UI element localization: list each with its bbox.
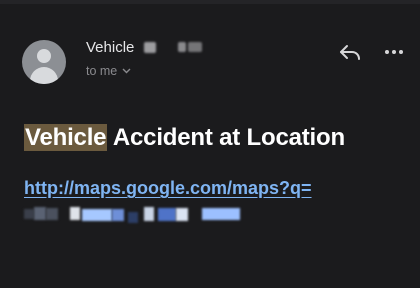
redacted-sender-part	[144, 41, 157, 53]
redacted-pixel-block	[34, 207, 46, 220]
email-subject: Vehicle Accident at Location	[24, 124, 345, 152]
reply-icon[interactable]	[336, 38, 364, 66]
redacted-pixel-block	[46, 208, 58, 220]
subject-rest: Accident at Location	[107, 124, 345, 151]
avatar-shoulders-shape	[30, 67, 58, 84]
recipient-details-toggle[interactable]: to me	[86, 64, 131, 78]
top-bar-strip	[0, 0, 420, 4]
redacted-sender-part	[188, 42, 203, 52]
redacted-pixel-block	[202, 208, 240, 220]
more-options-icon[interactable]	[382, 40, 406, 64]
sender-avatar[interactable]	[22, 40, 66, 84]
maps-link[interactable]: http://maps.google.com/maps?q=	[24, 178, 312, 199]
redacted-pixel-block	[82, 209, 112, 221]
redacted-pixel-block	[112, 209, 124, 221]
redacted-pixel-block	[144, 207, 154, 221]
redacted-coordinates[interactable]	[24, 204, 264, 224]
sender-row: Vehicle	[86, 38, 203, 56]
redacted-pixel-block	[158, 208, 176, 221]
avatar-head-shape	[37, 49, 51, 63]
redacted-sender-part	[178, 42, 187, 52]
subject-highlighted-word: Vehicle	[24, 124, 108, 151]
redacted-pixel-block	[70, 207, 80, 220]
chevron-down-icon	[122, 66, 131, 76]
redacted-pixel-block	[176, 208, 188, 221]
redacted-pixel-block	[128, 212, 138, 223]
recipient-label: to me	[86, 64, 118, 78]
redacted-pixel-block	[24, 209, 34, 219]
sender-name[interactable]: Vehicle	[86, 39, 134, 56]
